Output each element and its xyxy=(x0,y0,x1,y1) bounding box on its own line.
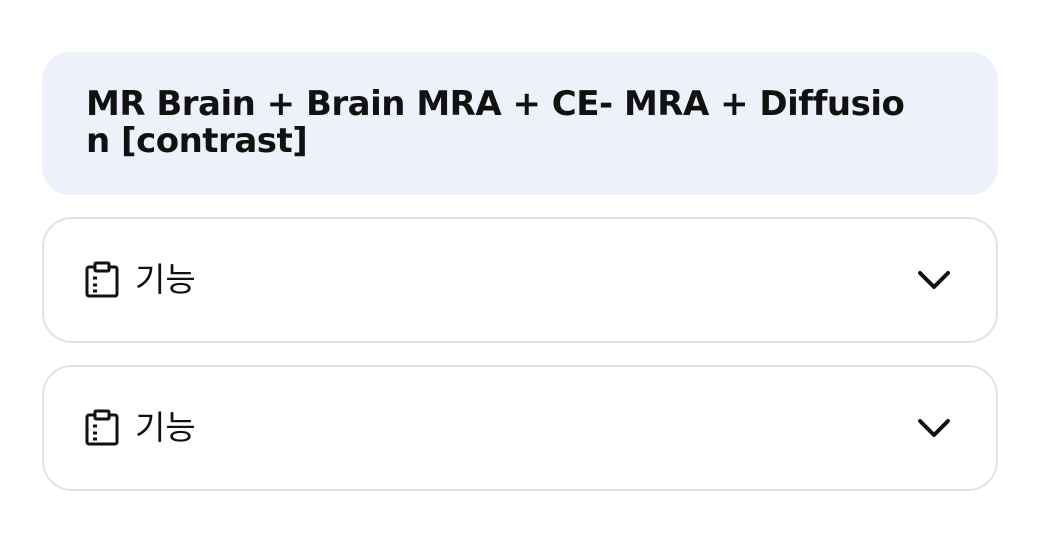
clipboard-icon xyxy=(82,260,122,300)
exam-title-card: MR Brain + Brain MRA + CE- MRA + Diffusi… xyxy=(42,52,998,195)
chevron-down-icon[interactable] xyxy=(916,262,952,298)
clipboard-icon xyxy=(82,408,122,448)
accordion-section-2[interactable]: 기능 xyxy=(42,365,998,491)
chevron-down-icon[interactable] xyxy=(916,410,952,446)
accordion-label: 기능 xyxy=(135,408,196,447)
exam-title: MR Brain + Brain MRA + CE- MRA + Diffusi… xyxy=(86,84,905,161)
accordion-section-1[interactable]: 기능 xyxy=(42,217,998,343)
accordion-label: 기능 xyxy=(135,260,196,299)
